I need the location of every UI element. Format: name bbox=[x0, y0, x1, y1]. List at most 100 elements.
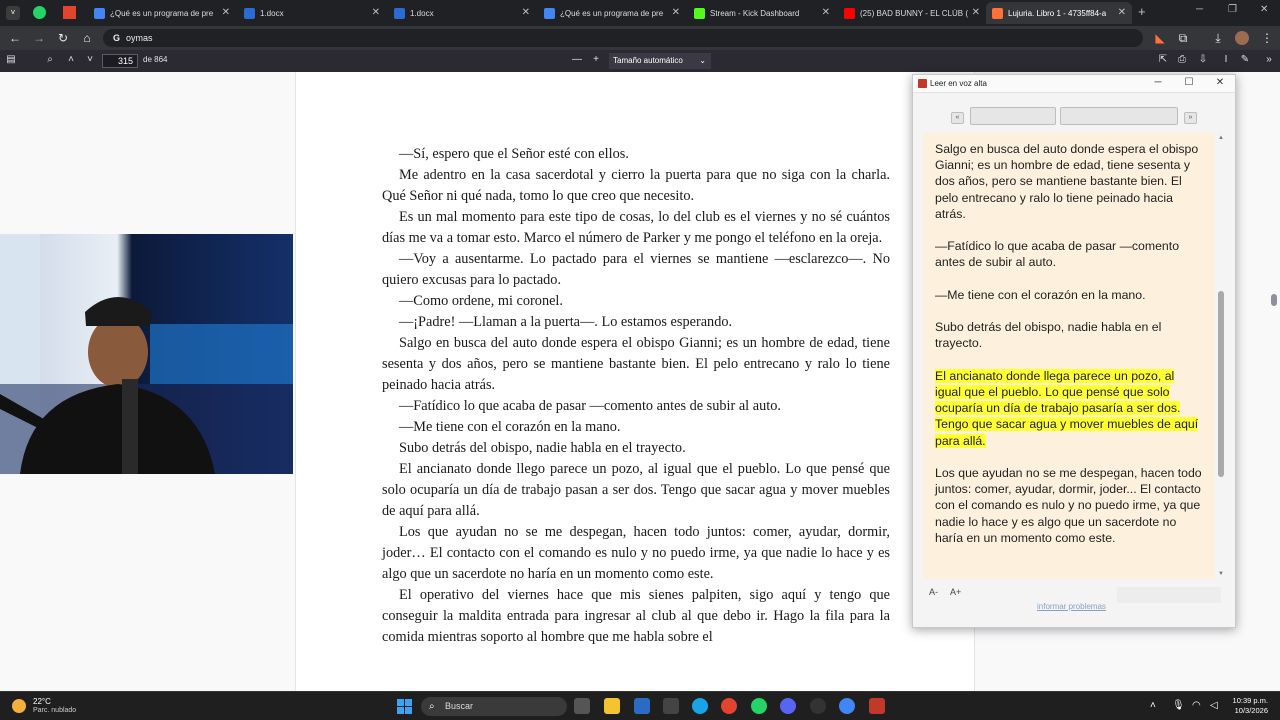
zoom-select[interactable]: Tamaño automático ⌄ bbox=[609, 53, 711, 69]
tab-7-active[interactable]: Lujuria. Libro 1 - 4735ff84-a ✕ bbox=[986, 2, 1132, 24]
reload-icon[interactable]: ↻ bbox=[55, 30, 71, 46]
paragraph: Me adentro en la casa sacerdotal y cierr… bbox=[382, 167, 890, 204]
draw-icon[interactable]: ✎ bbox=[1238, 54, 1252, 65]
paragraph: El ancianato donde llego parece un pozo,… bbox=[382, 461, 890, 519]
task-view-icon[interactable] bbox=[574, 698, 590, 714]
system-clock[interactable]: 10:39 p.m. 10/3/2026 bbox=[1230, 696, 1268, 716]
zoom-in-button[interactable]: + bbox=[589, 54, 603, 65]
read-aloud-app-icon[interactable] bbox=[869, 698, 885, 714]
scrollbar-thumb[interactable] bbox=[1218, 291, 1224, 477]
download-icon[interactable]: ⤓ bbox=[1210, 30, 1226, 46]
save-icon[interactable]: ⇩ bbox=[1196, 54, 1210, 65]
scroll-down-icon[interactable]: ▼ bbox=[1216, 571, 1226, 577]
maximize-icon[interactable]: ❐ bbox=[1228, 4, 1237, 15]
font-larger-button[interactable]: A+ bbox=[950, 587, 961, 597]
start-button[interactable] bbox=[397, 699, 412, 714]
paragraph: —¡Padre! —Llaman a la puerta—. Lo estamo… bbox=[399, 314, 733, 330]
paragraph: Subo detrás del obispo, nadie habla en e… bbox=[399, 440, 686, 456]
text-tool-icon[interactable]: I bbox=[1219, 54, 1233, 65]
read-aloud-window: Leer en voz alta ─ ☐ ✕ « » Salgo en busc… bbox=[912, 74, 1236, 628]
window-title: Leer en voz alta bbox=[930, 79, 987, 88]
home-icon[interactable]: ⌂ bbox=[79, 30, 95, 46]
close-icon[interactable]: ✕ bbox=[372, 7, 380, 18]
paragraph: El operativo del viernes hace que mis si… bbox=[382, 587, 890, 645]
read-aloud-text-area[interactable]: Salgo en busca del auto donde espera el … bbox=[923, 133, 1215, 579]
profile-avatar[interactable] bbox=[1235, 31, 1249, 45]
tab-label: ¿Qué es un programa de pre bbox=[110, 8, 214, 18]
next-button[interactable]: » bbox=[1184, 112, 1197, 124]
report-problems-link[interactable]: informar problemas bbox=[1037, 602, 1106, 611]
close-icon[interactable]: ✕ bbox=[972, 7, 980, 18]
show-hidden-icons[interactable]: ˄ bbox=[1150, 700, 1156, 711]
close-window-icon[interactable]: ✕ bbox=[1260, 4, 1268, 15]
minimize-icon[interactable]: ─ bbox=[1196, 4, 1203, 15]
address-toolbar: ← → ↻ ⌂ Goymas ◣ ⧉ ⤓ ⋮ bbox=[0, 26, 1280, 50]
whatsapp-icon[interactable] bbox=[751, 698, 767, 714]
store-icon[interactable] bbox=[634, 698, 650, 714]
whatsapp-pinned-icon[interactable] bbox=[33, 6, 46, 19]
page-number-input[interactable]: 315 bbox=[102, 54, 138, 68]
play-pause-button[interactable] bbox=[970, 107, 1056, 125]
close-icon[interactable]: ✕ bbox=[1118, 7, 1126, 18]
print-icon[interactable]: ⎙ bbox=[1175, 54, 1189, 65]
tab-3[interactable]: 1.docx ✕ bbox=[388, 2, 536, 24]
volume-icon[interactable]: ◁ bbox=[1210, 700, 1218, 711]
close-icon[interactable]: ✕ bbox=[672, 7, 680, 18]
read-aloud-titlebar[interactable]: Leer en voz alta ─ ☐ ✕ bbox=[913, 75, 1235, 93]
new-tab-button[interactable]: + bbox=[1138, 4, 1146, 19]
scroll-up-icon[interactable]: ▲ bbox=[1216, 135, 1226, 141]
discord-icon[interactable] bbox=[780, 698, 796, 714]
paragraph: —Como ordene, mi coronel. bbox=[399, 293, 563, 309]
close-icon[interactable]: ✕ bbox=[522, 7, 530, 18]
taskbar-search[interactable]: ⌕ Buscar bbox=[421, 697, 567, 716]
previous-page-icon[interactable]: ˄ bbox=[64, 54, 78, 65]
settings-button[interactable] bbox=[1060, 107, 1178, 125]
firefox-icon[interactable] bbox=[721, 698, 737, 714]
weather-condition: Parc. nublado bbox=[33, 707, 77, 714]
tab-4[interactable]: ¿Qué es un programa de pre ✕ bbox=[538, 2, 686, 24]
tab-label: ¿Qué es un programa de pre bbox=[560, 8, 664, 18]
minimize-icon[interactable]: ─ bbox=[1151, 77, 1165, 88]
tab-label: 1.docx bbox=[260, 8, 284, 18]
wifi-icon[interactable]: ◠ bbox=[1192, 700, 1201, 711]
close-icon[interactable]: ✕ bbox=[222, 7, 230, 18]
chrome-icon[interactable] bbox=[839, 698, 855, 714]
forward-icon[interactable]: → bbox=[31, 30, 47, 46]
next-page-icon[interactable]: ˅ bbox=[83, 54, 97, 65]
pdf-icon bbox=[992, 7, 1003, 19]
open-file-icon[interactable]: ⇱ bbox=[1156, 54, 1170, 65]
doc-icon bbox=[94, 7, 105, 19]
previous-button[interactable]: « bbox=[951, 112, 964, 124]
back-icon[interactable]: ← bbox=[7, 30, 23, 46]
zoom-out-button[interactable]: — bbox=[570, 54, 584, 65]
menu-icon[interactable]: ⋮ bbox=[1259, 30, 1275, 46]
tab-6[interactable]: (25) BAD BUNNY - EL CLÚB ( ✕ bbox=[838, 2, 986, 24]
extensions-puzzle-icon[interactable]: ⧉ bbox=[1175, 30, 1191, 46]
close-icon[interactable]: ✕ bbox=[1213, 77, 1227, 88]
paragraph: Es un mal momento para este tipo de cosa… bbox=[382, 209, 890, 246]
tab-2[interactable]: 1.docx ✕ bbox=[238, 2, 386, 24]
page-scrollbar-thumb[interactable] bbox=[1271, 294, 1277, 306]
app-icon bbox=[918, 79, 927, 88]
extension-icon[interactable]: ◣ bbox=[1152, 30, 1168, 46]
close-icon[interactable]: ✕ bbox=[822, 7, 830, 18]
tab-strip: ˅ ¿Qué es un programa de pre ✕ 1.docx ✕ … bbox=[0, 0, 1280, 26]
sidebar-toggle-icon[interactable]: ▤ bbox=[4, 54, 18, 65]
pinned-tab-icon[interactable] bbox=[63, 6, 76, 19]
address-input[interactable]: Goymas bbox=[103, 29, 1143, 47]
tab-5[interactable]: Stream - Kick Dashboard ✕ bbox=[688, 2, 836, 24]
find-icon[interactable]: ⌕ bbox=[43, 54, 57, 65]
ra-paragraph: —Fatídico lo que acaba de pasar —comento… bbox=[935, 239, 1180, 270]
obs-icon[interactable] bbox=[810, 698, 826, 714]
font-smaller-button[interactable]: A- bbox=[929, 587, 938, 597]
maximize-icon[interactable]: ☐ bbox=[1182, 77, 1196, 88]
tab-search-button[interactable]: ˅ bbox=[6, 6, 20, 20]
file-explorer-icon[interactable] bbox=[604, 698, 620, 714]
edge-icon[interactable] bbox=[692, 698, 708, 714]
app-icon[interactable] bbox=[663, 698, 679, 714]
microphone-icon[interactable]: 🎙 bbox=[1172, 700, 1185, 711]
tab-1[interactable]: ¿Qué es un programa de pre ✕ bbox=[88, 2, 236, 24]
more-tools-icon[interactable]: » bbox=[1262, 54, 1276, 65]
read-aloud-scrollbar[interactable]: ▲ ▼ bbox=[1216, 133, 1226, 579]
time: 10:39 p.m. bbox=[1232, 696, 1268, 705]
